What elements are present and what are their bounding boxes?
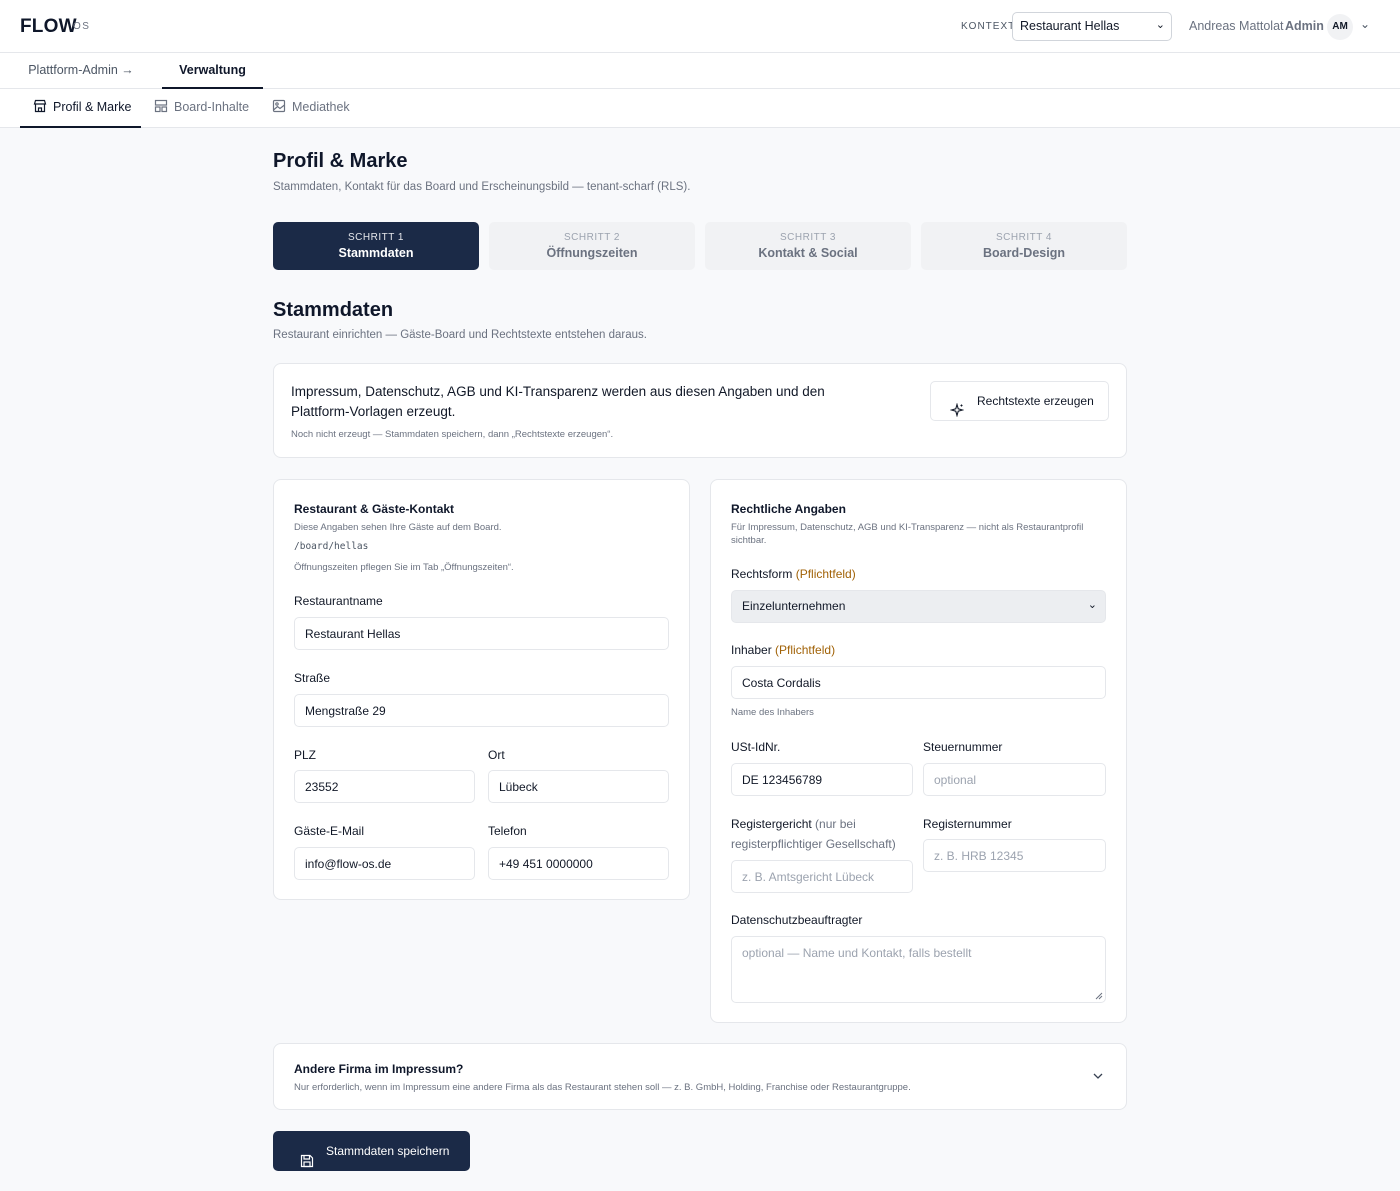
primary-nav: Plattform-Admin → Verwaltung — [0, 53, 1400, 89]
brand-suffix: OS — [73, 21, 91, 32]
required-marker: (Pflichtfeld) — [775, 643, 836, 657]
resize-grip-icon[interactable] — [1094, 991, 1103, 1000]
step-name: Stammdaten — [338, 246, 414, 260]
phone-input[interactable]: +49 451 0000000 — [488, 847, 669, 880]
phone-label: Telefon — [488, 824, 527, 838]
owner-label: Inhaber (Pflichtfeld) — [731, 643, 836, 657]
user-name: Andreas Mattolat — [1189, 19, 1284, 33]
guest-email-label: Gäste-E-Mail — [294, 824, 365, 838]
restaurant-name-label: Restaurantname — [294, 594, 383, 608]
step-label: SCHRITT 2 — [564, 232, 620, 243]
step-stammdaten[interactable]: SCHRITT 1 Stammdaten — [273, 222, 479, 270]
required-marker: (Pflichtfeld) — [795, 567, 856, 581]
vat-label: USt-IdNr. — [731, 740, 781, 754]
vat-input[interactable]: DE 123456789 — [731, 763, 913, 796]
city-input[interactable]: Lübeck — [488, 770, 669, 803]
hours-note: Öffnungszeiten pflegen Sie im Tab „Öffnu… — [294, 562, 514, 573]
step-oeffnungszeiten[interactable]: SCHRITT 2 Öffnungszeiten — [489, 222, 695, 270]
card-title: Restaurant & Gäste-Kontakt — [294, 502, 455, 516]
legal-card: Rechtliche Angaben Für Impressum, Datens… — [710, 479, 1127, 1023]
dpo-textarea[interactable]: optional — Name und Kontakt, falls beste… — [731, 936, 1106, 1003]
tab-mediathek[interactable]: Mediathek — [272, 89, 362, 128]
legal-form-value: Einzelunternehmen — [742, 599, 846, 613]
tab-profil-marke[interactable]: Profil & Marke — [20, 89, 141, 128]
tax-number-label: Steuernummer — [923, 740, 1003, 754]
accordion-title: Andere Firma im Impressum? — [294, 1062, 464, 1076]
section-title: Stammdaten — [273, 299, 394, 321]
step-name: Öffnungszeiten — [546, 246, 638, 260]
tab-board-inhalte[interactable]: Board-Inhalte — [154, 89, 254, 128]
step-label: SCHRITT 4 — [996, 232, 1052, 243]
register-number-label: Registernummer — [923, 817, 1012, 831]
tab-label: Mediathek — [292, 100, 350, 114]
guest-email-input[interactable]: info@flow-os.de — [294, 847, 475, 880]
legal-info-note: Noch nicht erzeugt — Stammdaten speicher… — [291, 429, 614, 440]
legal-form-label: Rechtsform (Pflichtfeld) — [731, 567, 856, 581]
owner-hint: Name des Inhabers — [731, 707, 814, 718]
card-title: Rechtliche Angaben — [731, 502, 846, 516]
legal-form-select[interactable]: Einzelunternehmen ⌄ — [731, 590, 1106, 623]
register-number-input[interactable]: z. B. HRB 12345 — [923, 839, 1106, 872]
dpo-placeholder: optional — Name und Kontakt, falls beste… — [742, 946, 972, 960]
layout-icon — [154, 91, 168, 113]
register-court-label: Registergericht (nur bei registerpflicht… — [731, 817, 896, 851]
zip-input[interactable]: 23552 — [294, 770, 475, 803]
context-select-value: Restaurant Hellas — [1020, 19, 1120, 33]
context-select[interactable]: Restaurant Hellas ⌄ — [1012, 12, 1172, 41]
tax-number-input[interactable]: optional — [923, 763, 1106, 796]
accordion-description: Nur erforderlich, wenn im Impressum eine… — [294, 1082, 911, 1093]
card-description: Für Impressum, Datenschutz, AGB und KI-T… — [731, 522, 1084, 546]
contact-card: Restaurant & Gäste-Kontakt Diese Angaben… — [273, 479, 690, 900]
store-icon — [33, 91, 47, 113]
city-label: Ort — [488, 748, 505, 762]
chevron-down-icon: ⌄ — [1155, 19, 1165, 31]
save-icon — [300, 1144, 314, 1168]
step-board-design[interactable]: SCHRITT 4 Board-Design — [921, 222, 1127, 270]
sparkles-icon — [949, 394, 965, 418]
user-menu-chevron-icon[interactable]: ⌄ — [1360, 17, 1370, 31]
chevron-down-icon[interactable] — [1091, 1069, 1105, 1083]
image-icon — [272, 91, 286, 113]
page-title: Profil & Marke — [273, 150, 408, 172]
context-label: KONTEXT — [961, 21, 1016, 32]
save-master-data-button[interactable]: Stammdaten speichern — [273, 1131, 470, 1171]
board-path: /board/hellas — [294, 541, 369, 552]
restaurant-name-input[interactable]: Restaurant Hellas — [294, 617, 669, 650]
register-court-input[interactable]: z. B. Amtsgericht Lübeck — [731, 860, 913, 893]
step-kontakt-social[interactable]: SCHRITT 3 Kontakt & Social — [705, 222, 911, 270]
tab-verwaltung[interactable]: Verwaltung — [162, 53, 263, 89]
zip-label: PLZ — [294, 748, 317, 762]
other-company-accordion[interactable]: Andere Firma im Impressum? Nur erforderl… — [273, 1043, 1127, 1110]
chevron-down-icon: ⌄ — [1087, 599, 1097, 611]
dpo-label: Datenschutzbeauftragter — [731, 913, 863, 927]
tab-plattform-admin[interactable]: Plattform-Admin → — [20, 53, 142, 89]
section-subtitle: Restaurant einrichten — Gäste-Board und … — [273, 329, 647, 341]
card-description: Diese Angaben sehen Ihre Gäste auf dem B… — [294, 522, 502, 533]
brand-logo[interactable]: FLOW — [20, 16, 77, 38]
street-label: Straße — [294, 671, 331, 685]
step-label: SCHRITT 1 — [348, 232, 404, 243]
button-label: Stammdaten speichern — [326, 1144, 450, 1158]
button-label: Rechtstexte erzeugen — [977, 394, 1094, 408]
secondary-nav: Profil & Marke Board-Inhalte Mediathek — [0, 89, 1400, 128]
tab-label: Board-Inhalte — [174, 100, 250, 114]
owner-input[interactable]: Costa Cordalis — [731, 666, 1106, 699]
legal-info-card: Impressum, Datenschutz, AGB und KI-Trans… — [273, 363, 1127, 458]
street-input[interactable]: Mengstraße 29 — [294, 694, 669, 727]
generate-legal-texts-button[interactable]: Rechtstexte erzeugen — [930, 381, 1109, 421]
user-role: Admin — [1285, 19, 1324, 33]
step-name: Kontakt & Social — [758, 246, 858, 260]
tab-label: Profil & Marke — [53, 100, 132, 114]
step-name: Board-Design — [983, 246, 1065, 260]
legal-info-text: Impressum, Datenschutz, AGB und KI-Trans… — [291, 384, 825, 419]
page-subtitle: Stammdaten, Kontakt für das Board und Er… — [273, 181, 691, 193]
step-label: SCHRITT 3 — [780, 232, 836, 243]
top-header: FLOW OS KONTEXT Restaurant Hellas ⌄ Andr… — [0, 0, 1400, 53]
avatar[interactable]: AM — [1327, 14, 1353, 40]
